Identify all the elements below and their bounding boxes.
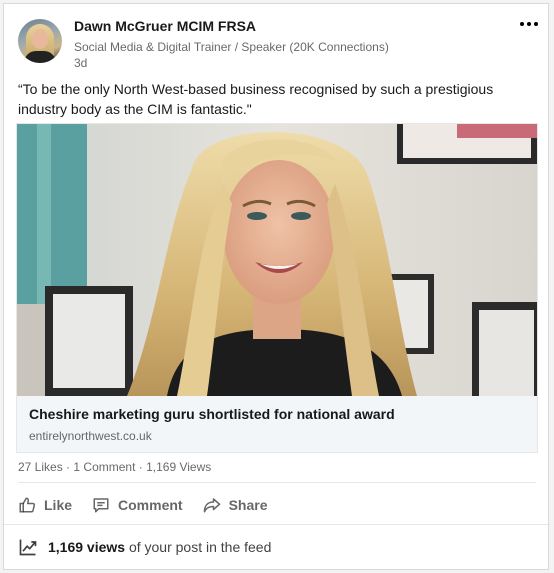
social-actions-bar: Like Comment Share [18, 490, 268, 520]
comment-button[interactable]: Comment [92, 496, 183, 514]
speech-bubble-icon [93, 498, 109, 513]
count-separator: · [138, 460, 143, 474]
share-label: Share [228, 497, 268, 513]
post-analytics-link[interactable]: 1,169 views of your post in the feed [18, 537, 271, 557]
article-image [17, 124, 537, 396]
post-commentary: “To be the only North West-based busines… [18, 81, 494, 117]
article-title[interactable]: Cheshire marketing guru shortlisted for … [29, 406, 395, 422]
analytics-views-suffix: of your post in the feed [125, 539, 272, 555]
divider [4, 524, 550, 525]
thumbs-up-icon [19, 497, 36, 513]
article-source: entirelynorthwest.co.uk [29, 429, 152, 443]
post-timestamp: 3d [74, 56, 88, 70]
social-counts: 27 Likes · 1 Comment · 1,169 Views [18, 460, 211, 474]
like-button[interactable]: Like [18, 496, 72, 514]
article-card[interactable]: Cheshire marketing guru shortlisted for … [16, 123, 538, 453]
trending-up-icon [19, 539, 37, 556]
feed-post-card: Dawn McGruer MCIM FRSA Social Media & Di… [3, 3, 550, 570]
analytics-text: 1,169 views of your post in the feed [48, 539, 271, 555]
views-count[interactable]: 1,169 Views [146, 460, 211, 474]
share-button[interactable]: Share [203, 496, 268, 514]
more-options-icon[interactable] [516, 15, 542, 33]
share-arrow-icon [203, 498, 220, 513]
post-header: Dawn McGruer MCIM FRSA Social Media & Di… [18, 17, 538, 73]
divider [18, 482, 536, 483]
analytics-views-count: 1,169 views [48, 539, 126, 555]
like-label: Like [44, 497, 73, 513]
author-headline: Social Media & Digital Trainer / Speaker… [74, 40, 389, 54]
comments-count[interactable]: 1 Comment [73, 460, 135, 474]
author-avatar[interactable] [18, 19, 62, 63]
comment-label: Comment [118, 497, 183, 513]
likes-count[interactable]: 27 Likes [18, 460, 63, 474]
author-name[interactable]: Dawn McGruer MCIM FRSA [74, 18, 256, 34]
count-separator: · [66, 460, 71, 474]
article-info[interactable]: Cheshire marketing guru shortlisted for … [17, 396, 537, 452]
